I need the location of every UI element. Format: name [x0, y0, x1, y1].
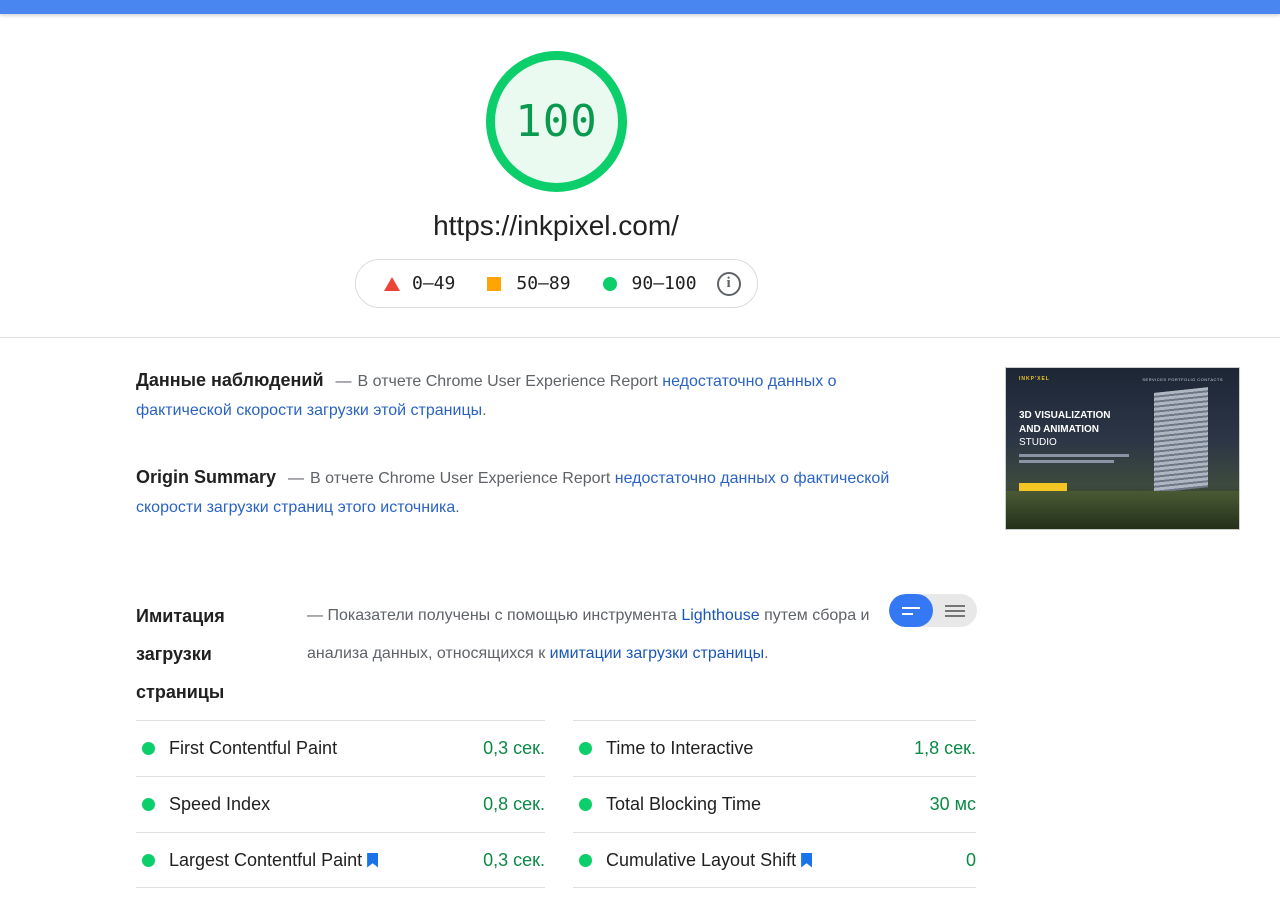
thumbnail-headline: 3D VISUALIZATION AND ANIMATION: [1019, 410, 1111, 435]
top-bar: [0, 0, 1280, 14]
metric-row[interactable]: Speed Index 0,8 сек.: [136, 776, 545, 832]
metric-name: Speed Index: [169, 794, 271, 814]
divider: [0, 337, 1280, 338]
field-data-title: Данные наблюдений: [136, 370, 324, 390]
performance-score-gauge: 100: [486, 51, 627, 192]
metric-value: 0,3 сек.: [483, 738, 545, 758]
bookmark-icon: [367, 852, 379, 868]
lab-data-link[interactable]: имитации загрузки страницы: [550, 645, 764, 662]
lab-data-text: Показатели получены с помощью инструмент…: [327, 607, 677, 624]
metric-name-container: Cumulative Layout Shift: [606, 850, 966, 871]
metric-name: Time to Interactive: [606, 738, 754, 758]
metric-row[interactable]: Time to Interactive 1,8 сек.: [573, 720, 976, 776]
landscape-image: [1006, 491, 1239, 529]
metric-value: 0,8 сек.: [483, 794, 545, 814]
compact-view-icon: [902, 606, 920, 609]
metric-name: Cumulative Layout Shift: [606, 849, 797, 870]
origin-summary-title: Origin Summary: [136, 467, 277, 487]
lab-data-title: Имитация загрузки страницы: [136, 606, 225, 702]
lighthouse-link[interactable]: Lighthouse: [681, 607, 759, 624]
bookmark-icon: [801, 852, 813, 868]
metric-row[interactable]: Cumulative Layout Shift 0: [573, 832, 976, 888]
field-data-dash: —: [335, 373, 352, 390]
origin-summary-dash: —: [288, 470, 305, 487]
metrics-right-column: Time to Interactive 1,8 сек. Total Block…: [573, 720, 976, 888]
origin-summary-end: .: [455, 499, 460, 516]
thumbnail-button: [1019, 483, 1067, 491]
triangle-icon: [384, 276, 400, 291]
thumbnail-menu: SERVICES PORTFOLIO CONTACTS: [1142, 377, 1223, 382]
thumbnail-subheadline: STUDIO: [1019, 437, 1057, 448]
metric-name: Largest Contentful Paint: [169, 849, 363, 870]
legend-average: 50–89: [487, 273, 571, 294]
legend-pass-label: 90–100: [631, 273, 697, 294]
field-data-section: Данные наблюдений — В отчете Chrome User E…: [136, 366, 926, 425]
expanded-view-icon-line: [945, 614, 965, 617]
origin-summary-text: В отчете Chrome User Experience Report: [310, 470, 611, 487]
metric-value: 0,3 сек.: [483, 849, 545, 870]
pass-dot-icon: [142, 853, 155, 867]
performance-score: 100: [515, 96, 598, 147]
pass-dot-icon: [579, 742, 592, 755]
field-data-end: .: [482, 402, 487, 419]
legend-fail: 0–49: [384, 273, 455, 294]
metric-row[interactable]: First Contentful Paint 0,3 сек.: [136, 720, 545, 776]
expanded-view-button[interactable]: [933, 594, 977, 627]
metric-row[interactable]: Total Blocking Time 30 мс: [573, 776, 976, 832]
pass-dot-icon: [579, 853, 592, 867]
page-screenshot-thumbnail: INKP'XEL SERVICES PORTFOLIO CONTACTS 3D …: [1005, 367, 1240, 530]
metric-value: 0: [965, 849, 976, 870]
tested-url: https://inkpixel.com/: [433, 210, 679, 241]
legend-pass: 90–100: [602, 273, 697, 294]
legend-fail-label: 0–49: [412, 273, 456, 294]
circle-icon: [602, 276, 617, 291]
metric-name-container: Largest Contentful Paint: [169, 850, 483, 871]
compact-view-button[interactable]: [889, 594, 933, 627]
building-image: [1154, 387, 1208, 493]
origin-summary-section: Origin Summary — В отчете Chrome User Expe…: [136, 463, 926, 522]
lab-data-description: — Показатели получены с помощью инструме…: [307, 597, 892, 673]
expanded-view-icon: [945, 604, 965, 607]
field-data-text: В отчете Chrome User Experience Report: [357, 373, 658, 390]
view-toggle: [889, 594, 977, 627]
lab-data-dash: —: [307, 607, 323, 624]
metric-row[interactable]: Largest Contentful Paint 0,3 сек.: [136, 832, 545, 888]
pass-dot-icon: [579, 798, 592, 811]
expanded-view-icon-line: [945, 609, 965, 612]
thumbnail-text-line: [1019, 460, 1114, 463]
lab-data-end: .: [764, 645, 769, 662]
compact-view-icon-line: [902, 612, 913, 615]
pass-dot-icon: [142, 798, 155, 811]
metric-value: 1,8 сек.: [914, 738, 976, 758]
metric-name: Total Blocking Time: [606, 794, 762, 814]
legend-average-label: 50–89: [516, 273, 571, 294]
pass-dot-icon: [142, 742, 155, 755]
info-icon[interactable]: i: [716, 271, 741, 296]
score-legend: 0–49 50–89 90–100 i: [355, 259, 758, 308]
thumbnail-logo: INKP'XEL: [1019, 376, 1050, 382]
metrics-left-column: First Contentful Paint 0,3 сек. Speed In…: [136, 720, 545, 888]
metric-value: 30 мс: [929, 794, 976, 814]
square-icon: [487, 276, 502, 291]
metric-name: First Contentful Paint: [169, 738, 338, 758]
thumbnail-text-line: [1019, 454, 1129, 457]
